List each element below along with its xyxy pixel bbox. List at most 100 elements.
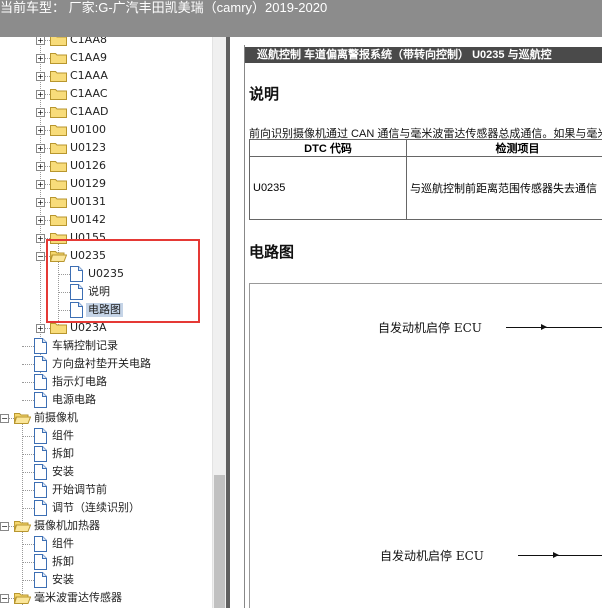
tree-item-label: U0142: [70, 213, 107, 226]
folder-icon: [50, 160, 67, 172]
tree-connector: [22, 472, 34, 473]
tree-scrollbar[interactable]: [212, 37, 227, 608]
tree-item[interactable]: − 毫米波雷达传感器: [0, 589, 212, 607]
expand-icon[interactable]: +: [36, 180, 45, 189]
document-page: 巡航控制 车道偏离警报系统（带转向控制） U0235 与巡航控 说明 前向识别摄…: [244, 45, 602, 608]
tree-item[interactable]: + U0142: [0, 211, 212, 229]
tree-item-label: 前摄像机: [34, 411, 78, 424]
tree-item[interactable]: 组件: [0, 427, 212, 445]
expand-icon[interactable]: +: [36, 324, 45, 333]
tree-item[interactable]: 安装: [0, 463, 212, 481]
tree-item[interactable]: + C1AA8: [0, 37, 212, 49]
scrollbar-thumb[interactable]: [214, 475, 225, 608]
table-cell-dtc-code: U0235: [249, 156, 407, 220]
circuit-label: 自发动机启停 ECU: [378, 321, 482, 335]
tree-connector: [22, 544, 34, 545]
tree-connector: [22, 508, 34, 509]
tree-connector: [22, 490, 34, 491]
tree-item[interactable]: 安装: [0, 571, 212, 589]
tree-item-label: 拆卸: [52, 447, 74, 460]
document-icon: [34, 500, 47, 516]
collapse-icon[interactable]: −: [0, 594, 9, 603]
tree-item-label: C1AA8: [70, 37, 108, 46]
expand-icon[interactable]: +: [36, 37, 45, 45]
document-icon: [34, 374, 47, 390]
tree-item[interactable]: + U0126: [0, 157, 212, 175]
tree-connector: [22, 400, 34, 401]
tree-item-label: 摄像机加热器: [34, 519, 100, 532]
document-icon: [34, 482, 47, 498]
tree-item[interactable]: 调节（连续识别）: [0, 499, 212, 517]
collapse-icon[interactable]: −: [36, 252, 45, 261]
expand-icon[interactable]: +: [36, 90, 45, 99]
tree-item[interactable]: 方向盘衬垫开关电路: [0, 355, 212, 373]
tree-item-label: 安装: [52, 573, 74, 586]
expand-icon[interactable]: +: [36, 234, 45, 243]
tree-item-label: 拆卸: [52, 555, 74, 568]
document-icon: [34, 446, 47, 462]
tree-item-label: 电源电路: [52, 393, 96, 406]
folder-icon: [50, 124, 67, 136]
section-title-circuit: 电路图: [249, 243, 295, 261]
collapse-icon[interactable]: −: [0, 414, 9, 423]
column-header-detection-item: 检测项目: [406, 139, 602, 157]
expand-icon[interactable]: +: [36, 126, 45, 135]
signal-line: [518, 552, 602, 558]
tree-item[interactable]: + C1AAC: [0, 85, 212, 103]
tree-item[interactable]: + C1AAA: [0, 67, 212, 85]
tree-item[interactable]: − 前摄像机: [0, 409, 212, 427]
folder-icon: [50, 88, 67, 100]
folder-icon: [50, 52, 67, 64]
expand-icon[interactable]: +: [36, 198, 45, 207]
tree-item-label: C1AA9: [70, 51, 108, 64]
collapse-icon[interactable]: −: [0, 522, 9, 531]
folder-open-icon: [14, 592, 31, 604]
expand-icon[interactable]: +: [36, 54, 45, 63]
tree-connector: [22, 382, 34, 383]
tree-item[interactable]: 拆卸: [0, 445, 212, 463]
tree-item[interactable]: 组件: [0, 535, 212, 553]
tree-item[interactable]: 电源电路: [0, 391, 212, 409]
tree-item[interactable]: 车辆控制记录: [0, 337, 212, 355]
tree-connector: [22, 346, 34, 347]
signal-line: [506, 324, 602, 330]
folder-icon: [50, 196, 67, 208]
title-bar: 当前车型： 厂家:G-广汽丰田凯美瑞（camry）2019-2020: [0, 0, 602, 37]
tree-item[interactable]: 拆卸: [0, 553, 212, 571]
tree-item[interactable]: + U0131: [0, 193, 212, 211]
tree-item[interactable]: + U0129: [0, 175, 212, 193]
folder-icon: [50, 178, 67, 190]
document-icon: [34, 356, 47, 372]
tree-connector: [22, 562, 34, 563]
tree-item[interactable]: 指示灯电路: [0, 373, 212, 391]
document-icon: [34, 392, 47, 408]
document-pane: 巡航控制 车道偏离警报系统（带转向控制） U0235 与巡航控 说明 前向识别摄…: [230, 37, 602, 608]
tree-item[interactable]: + C1AA9: [0, 49, 212, 67]
tree-item[interactable]: − 摄像机加热器: [0, 517, 212, 535]
tree-item-label: U0129: [70, 177, 107, 190]
document-icon: [34, 428, 47, 444]
section-title-description: 说明: [249, 85, 280, 103]
folder-icon: [50, 142, 67, 154]
expand-icon[interactable]: +: [36, 162, 45, 171]
tree-item[interactable]: + C1AAD: [0, 103, 212, 121]
expand-icon[interactable]: +: [36, 72, 45, 81]
document-icon: [34, 554, 47, 570]
tree-item[interactable]: 开始调节前: [0, 481, 212, 499]
expand-icon[interactable]: +: [36, 144, 45, 153]
folder-icon: [50, 37, 67, 46]
circuit-diagram: 自发动机启停 ECU 自发动机启停 ECU: [249, 283, 602, 608]
expand-icon[interactable]: +: [36, 108, 45, 117]
tree-connector: [22, 580, 34, 581]
dtc-table: DTC 代码 检测项目 U0235 与巡航控制前距离范围传感器失去通信: [249, 139, 602, 220]
tree-item[interactable]: + U0123: [0, 139, 212, 157]
document-icon: [34, 464, 47, 480]
expand-icon[interactable]: +: [36, 216, 45, 225]
folder-icon: [50, 106, 67, 118]
folder-icon: [50, 70, 67, 82]
highlight-box: [46, 239, 200, 323]
tree-item-label: C1AAC: [70, 87, 108, 100]
table-cell-detection-item: 与巡航控制前距离范围传感器失去通信: [406, 156, 602, 220]
tree-item[interactable]: + U0100: [0, 121, 212, 139]
tree-item-label: 组件: [52, 537, 74, 550]
